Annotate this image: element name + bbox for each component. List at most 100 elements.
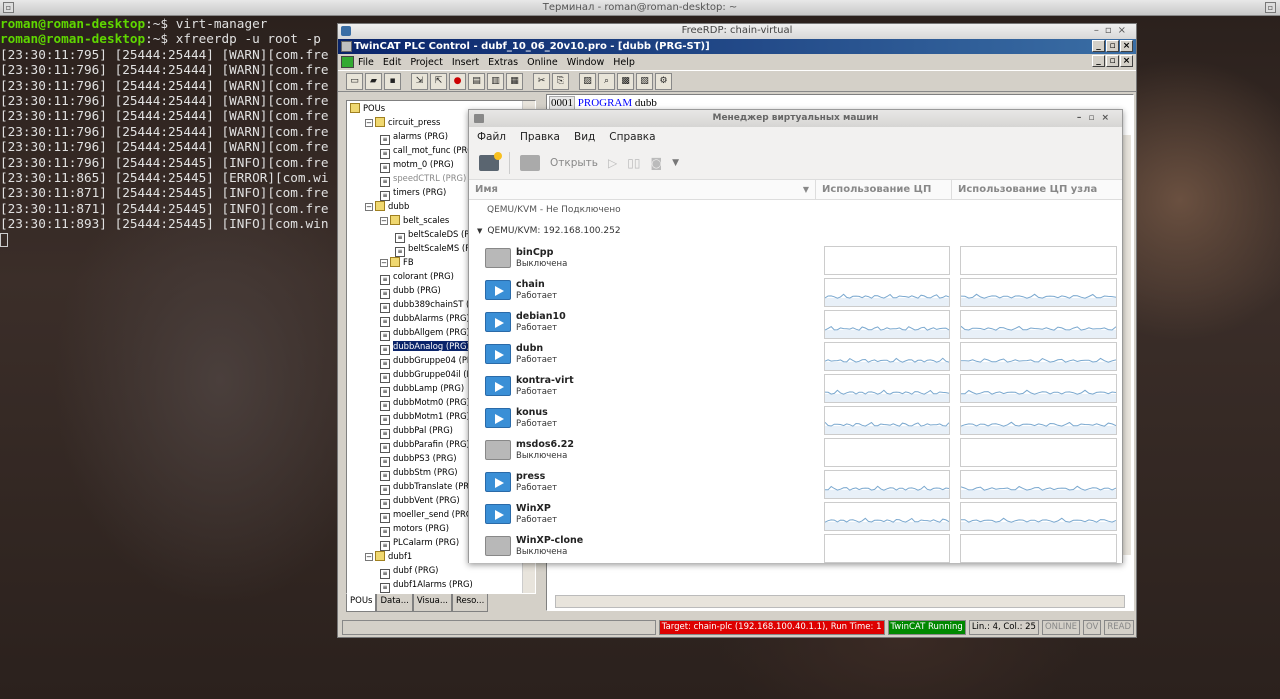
menu-help[interactable]: Help bbox=[613, 57, 635, 68]
vm-menu-item[interactable]: Справка bbox=[609, 127, 655, 147]
tab-2[interactable]: Visua... bbox=[412, 594, 452, 612]
vm-row[interactable]: dubn Работает bbox=[469, 338, 1122, 371]
doc-restore-button[interactable]: ▫ bbox=[1106, 55, 1119, 67]
cpu-fill bbox=[961, 522, 1116, 530]
folder-icon bbox=[375, 117, 385, 127]
tab-0[interactable]: POUs bbox=[346, 594, 377, 612]
chevron-down-icon[interactable]: ▼ bbox=[672, 158, 679, 168]
terminal-line: [23:30:11:871] [25444:25445] [INFO][com.… bbox=[0, 200, 329, 216]
connection-active[interactable]: ▼ QEMU/KVM: 192.168.100.252 bbox=[469, 221, 1122, 242]
read-indicator: READ bbox=[1104, 620, 1134, 635]
vm-row[interactable]: press Работает bbox=[469, 466, 1122, 499]
step-icon[interactable]: ▥ bbox=[487, 72, 504, 90]
close-icon[interactable]: ▫ bbox=[1265, 2, 1276, 13]
menu-project[interactable]: Project bbox=[410, 57, 443, 68]
cpu-fill bbox=[825, 330, 949, 338]
expand-icon[interactable]: − bbox=[365, 553, 373, 561]
play-icon[interactable]: ▷ bbox=[608, 156, 617, 170]
window-menu-icon[interactable]: ▫ bbox=[3, 2, 14, 13]
cpu-graph bbox=[824, 374, 950, 403]
cpu-line bbox=[961, 485, 1116, 491]
vm-row[interactable]: binCpp Выключена bbox=[469, 242, 1122, 275]
vm-row[interactable]: debian10 Работает bbox=[469, 306, 1122, 339]
terminal-line: [23:30:11:796] [25444:25444] [WARN][com.… bbox=[0, 108, 329, 124]
find-next-icon[interactable]: ▧ bbox=[636, 72, 653, 90]
maximize-button[interactable]: ▫ bbox=[1106, 40, 1119, 52]
settings-icon[interactable]: ⚙ bbox=[655, 72, 672, 90]
run-icon[interactable]: ● bbox=[449, 72, 466, 90]
window-controls[interactable]: –▫× bbox=[1094, 24, 1132, 38]
menu-extras[interactable]: Extras bbox=[488, 57, 518, 68]
folder-icon bbox=[375, 551, 385, 561]
terminal-line: roman@roman-desktop:~$ virt-manager bbox=[0, 16, 340, 31]
vm-menu-item[interactable]: Вид bbox=[574, 127, 595, 147]
vm-menu-item[interactable]: Правка bbox=[520, 127, 560, 147]
connection-disconnected[interactable]: QEMU/KVM - Не Подключено bbox=[469, 200, 1122, 221]
cpu-fill bbox=[961, 362, 1116, 370]
minimize-button[interactable]: _ bbox=[1092, 40, 1105, 52]
open-button[interactable]: Открыть bbox=[550, 157, 598, 169]
tab-1[interactable]: Data... bbox=[376, 594, 413, 612]
tree-item-label: dubb389chainST (P bbox=[393, 299, 475, 309]
tree-item[interactable]: ≡ dubf1Alarms (PRG) bbox=[347, 577, 535, 593]
column-cpu[interactable]: Использование ЦП bbox=[816, 180, 952, 199]
cpu-fill bbox=[825, 362, 949, 370]
virt-manager-window[interactable]: Менеджер виртуальных машин –▫× Файл Правк… bbox=[468, 109, 1123, 563]
expand-icon[interactable]: − bbox=[380, 217, 388, 225]
cpu-sparkline bbox=[961, 421, 1116, 434]
paste-icon[interactable]: ▨ bbox=[579, 72, 596, 90]
menu-edit[interactable]: Edit bbox=[383, 57, 401, 68]
window-controls[interactable]: –▫× bbox=[1077, 110, 1116, 127]
terminal-output[interactable]: roman@roman-desktop:~$ virt-manager roman… bbox=[0, 16, 340, 247]
new-vm-icon[interactable] bbox=[479, 152, 502, 171]
column-name[interactable]: Имя ▼ bbox=[469, 180, 816, 199]
breakpoint-icon[interactable]: ▦ bbox=[506, 72, 523, 90]
prompt: roman@roman-desktop bbox=[0, 16, 146, 31]
menu-window[interactable]: Window bbox=[567, 57, 604, 68]
twincat-title: TwinCAT PLC Control - dubf_10_06_20v10.p… bbox=[354, 41, 710, 52]
menu-insert[interactable]: Insert bbox=[452, 57, 479, 68]
new-icon[interactable]: ▭ bbox=[346, 72, 363, 90]
vm-row[interactable]: konus Работает bbox=[469, 402, 1122, 435]
vm-menu-item[interactable]: Файл bbox=[477, 127, 506, 147]
cpu-sparkline bbox=[825, 517, 949, 530]
open-icon[interactable]: ▰ bbox=[365, 72, 382, 90]
vm-row[interactable]: chain Работает bbox=[469, 274, 1122, 307]
save-icon[interactable]: ▪ bbox=[384, 72, 401, 90]
expand-icon[interactable]: − bbox=[365, 119, 373, 127]
vm-row[interactable]: WinXP Работает bbox=[469, 498, 1122, 531]
cpu-graph bbox=[824, 406, 950, 435]
cpu-sparkline bbox=[961, 485, 1116, 498]
vm-state: Выключена bbox=[516, 547, 568, 557]
vm-row[interactable]: WinXP-clone Выключена bbox=[469, 530, 1122, 563]
expand-icon[interactable]: − bbox=[380, 259, 388, 267]
vm-name: press bbox=[516, 471, 546, 482]
vm-list[interactable]: QEMU/KVM - Не Подключено ▼ QEMU/KVM: 192.… bbox=[469, 200, 1122, 563]
editor-hscrollbar[interactable] bbox=[555, 595, 1125, 608]
login-icon[interactable]: ⇲ bbox=[411, 72, 428, 90]
tree-item[interactable]: ≡ dubf (PRG) bbox=[347, 563, 535, 579]
stop-icon[interactable]: ▤ bbox=[468, 72, 485, 90]
vm-row[interactable]: kontra-virt Работает bbox=[469, 370, 1122, 403]
stop-icon[interactable]: ◙ bbox=[650, 156, 662, 170]
find-icon[interactable]: ⌕ bbox=[598, 72, 615, 90]
menu-file[interactable]: File bbox=[358, 57, 374, 68]
logout-icon[interactable]: ⇱ bbox=[430, 72, 447, 90]
vm-monitor-icon bbox=[485, 472, 511, 492]
pause-icon[interactable]: ▯▯ bbox=[627, 156, 640, 170]
tab-3[interactable]: Reso... bbox=[452, 594, 489, 612]
menu-online[interactable]: Online bbox=[527, 57, 558, 68]
expand-icon[interactable]: − bbox=[365, 203, 373, 211]
close-button[interactable]: × bbox=[1120, 40, 1133, 52]
prompt: roman@roman-desktop bbox=[0, 31, 146, 47]
vm-row[interactable]: msdos6.22 Выключена bbox=[469, 434, 1122, 467]
column-host-cpu[interactable]: Использование ЦП узла bbox=[952, 180, 1122, 199]
cpu-sparkline bbox=[961, 293, 1116, 306]
doc-close-button[interactable]: × bbox=[1120, 55, 1133, 67]
cpu-sparkline bbox=[961, 389, 1116, 402]
cut-icon[interactable]: ✂ bbox=[533, 72, 550, 90]
doc-minimize-button[interactable]: _ bbox=[1092, 55, 1105, 67]
replace-icon[interactable]: ▩ bbox=[617, 72, 634, 90]
target-status: Target: chain-plc (192.168.100.40.1.1), … bbox=[658, 620, 885, 635]
copy-icon[interactable]: ⎘ bbox=[552, 72, 569, 90]
